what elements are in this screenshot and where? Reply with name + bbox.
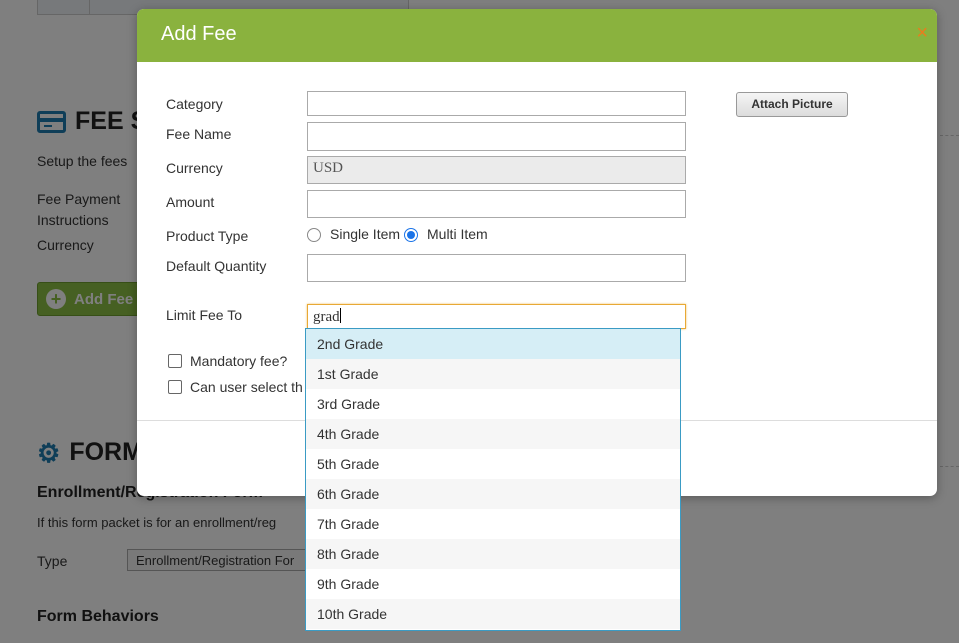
currency-field: USD xyxy=(307,156,686,184)
amount-input[interactable] xyxy=(307,190,686,218)
multi-item-radio[interactable] xyxy=(404,228,418,242)
user-select-checkbox[interactable] xyxy=(168,380,182,394)
attach-picture-button[interactable]: Attach Picture xyxy=(736,92,848,117)
autocomplete-item[interactable]: 7th Grade xyxy=(306,509,680,539)
close-icon[interactable]: × xyxy=(916,23,928,43)
fee-name-label: Fee Name xyxy=(166,126,232,142)
single-item-label[interactable]: Single Item xyxy=(330,226,400,242)
limit-fee-to-input[interactable]: grad xyxy=(307,304,686,329)
amount-label: Amount xyxy=(166,194,215,210)
fee-name-input[interactable] xyxy=(307,122,686,151)
product-type-label: Product Type xyxy=(166,228,249,244)
autocomplete-item[interactable]: 3rd Grade xyxy=(306,389,680,419)
default-quantity-label: Default Quantity xyxy=(166,258,267,274)
autocomplete-item[interactable]: 4th Grade xyxy=(306,419,680,449)
autocomplete-item[interactable]: 1st Grade xyxy=(306,359,680,389)
autocomplete-item[interactable]: 2nd Grade xyxy=(306,329,680,359)
autocomplete-item[interactable]: 10th Grade xyxy=(306,599,680,629)
autocomplete-item[interactable]: 6th Grade xyxy=(306,479,680,509)
autocomplete-item[interactable]: 8th Grade xyxy=(306,539,680,569)
modal-header: Add Fee × xyxy=(137,9,937,62)
currency-label: Currency xyxy=(166,160,223,176)
single-item-radio[interactable] xyxy=(307,228,321,242)
limit-fee-autocomplete-list: 2nd Grade 1st Grade 3rd Grade 4th Grade … xyxy=(305,328,681,631)
category-label: Category xyxy=(166,96,223,112)
limit-fee-to-label: Limit Fee To xyxy=(166,307,242,323)
mandatory-fee-label[interactable]: Mandatory fee? xyxy=(190,353,287,369)
text-cursor xyxy=(339,308,341,323)
multi-item-label[interactable]: Multi Item xyxy=(427,226,488,242)
autocomplete-item[interactable]: 9th Grade xyxy=(306,569,680,599)
user-select-label[interactable]: Can user select th xyxy=(190,379,303,395)
limit-fee-to-value: grad xyxy=(313,309,340,325)
mandatory-fee-checkbox[interactable] xyxy=(168,354,182,368)
default-quantity-input[interactable] xyxy=(307,254,686,282)
autocomplete-item[interactable]: 5th Grade xyxy=(306,449,680,479)
modal-title: Add Fee xyxy=(161,23,237,45)
category-input[interactable] xyxy=(307,91,686,116)
